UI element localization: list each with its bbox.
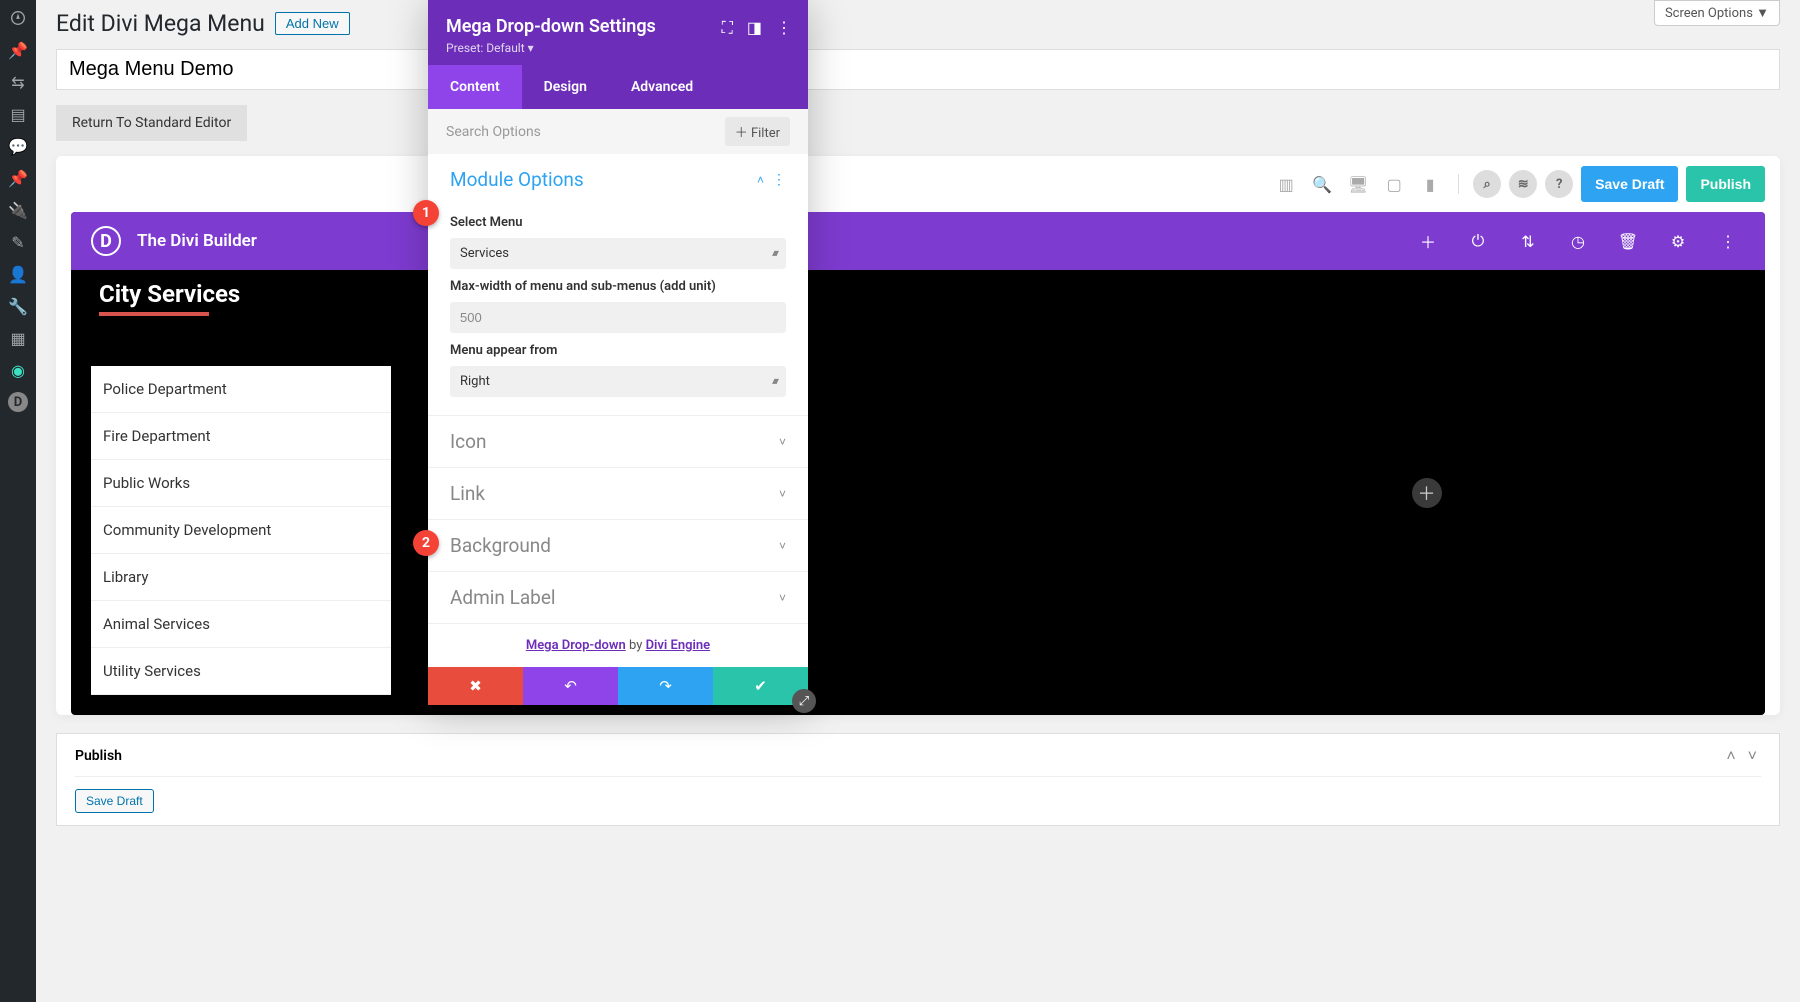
city-services-heading: City Services [99,280,391,308]
preset-selector[interactable]: Preset: Default ▾ [446,41,790,55]
menu-item[interactable]: Community Development [91,507,391,554]
publish-box-toggle[interactable]: ˄ ˅ [1726,746,1761,766]
appearance-icon[interactable]: ✎ [8,232,28,252]
redo-button[interactable]: ↷ [618,667,713,705]
wp-admin-sidebar: 📌 ⇆ ▤ 💬 📌 🔌 ✎ 👤 🔧 ▦ ◉ D [0,0,36,1002]
pin-icon[interactable]: 📌 [8,40,28,60]
plug-icon[interactable]: 🔌 [8,200,28,220]
discard-button[interactable]: ✖ [428,667,523,705]
menu-item[interactable]: Animal Services [91,601,391,648]
media-icon[interactable]: ▤ [8,104,28,124]
save-draft-button[interactable]: Save Draft [1581,166,1678,202]
save-draft-button-secondary[interactable]: Save Draft [75,789,154,813]
add-new-button[interactable]: Add New [275,12,350,35]
publish-box-title: Publish [75,748,122,764]
power-icon[interactable]: ⏻ [1461,224,1495,258]
tab-advanced[interactable]: Advanced [609,65,715,109]
separator [1458,174,1459,194]
phone-icon[interactable]: ▮ [1416,170,1444,198]
chevron-down-icon[interactable]: ˅ [779,591,786,605]
undo-button[interactable]: ↶ [523,667,618,705]
attribution-link-engine[interactable]: Divi Engine [646,638,711,653]
snap-icon[interactable]: ◨ [747,18,762,38]
dashboard-icon[interactable] [8,8,28,28]
page-title: Edit Divi Mega Menu [56,10,265,37]
menu-item[interactable]: Police Department [91,366,391,413]
chevron-down-icon[interactable]: ˅ [779,487,786,501]
appear-label: Menu appear from [450,343,786,358]
add-module-button[interactable]: ＋ [1412,478,1442,508]
tab-content[interactable]: Content [428,65,522,109]
menu-item[interactable]: Public Works [91,460,391,507]
publish-button[interactable]: Publish [1686,166,1765,202]
callout-badge-1: 1 [413,200,439,226]
add-icon[interactable]: ＋ [1411,224,1445,258]
attribution-link[interactable]: Mega Drop-down [526,638,626,653]
gear-icon[interactable]: ⚙ [1661,224,1695,258]
history-icon[interactable]: ◷ [1561,224,1595,258]
section-background[interactable]: Background [450,534,779,557]
layers-circle-icon[interactable]: ≋ [1509,170,1537,198]
kebab-icon[interactable]: ⋮ [1711,224,1745,258]
tools-icon[interactable]: 🔧 [8,296,28,316]
expand-icon[interactable]: ⛶ [722,18,733,38]
zoom-icon[interactable]: 🔍 [1308,170,1336,198]
theme-icon[interactable]: ◉ [8,360,28,380]
chevron-up-icon[interactable]: ˄ [757,173,764,187]
select-menu-dropdown[interactable]: Services▴▾ [450,238,786,269]
return-standard-editor-button[interactable]: Return To Standard Editor [56,105,247,141]
filter-button[interactable]: ＋ Filter [725,117,790,146]
screen-options-toggle[interactable]: Screen Options ▼ [1654,0,1780,26]
wireframe-icon[interactable]: ▥ [1272,170,1300,198]
resize-handle-icon[interactable]: ⤢ [792,689,816,713]
module-settings-modal: Mega Drop-down Settings Preset: Default … [428,0,808,705]
divi-logo-icon: D [91,226,121,256]
appear-dropdown[interactable]: Right▴▾ [450,366,786,397]
sort-icon[interactable]: ⇅ [1511,224,1545,258]
section-kebab-icon[interactable]: ⋮ [772,172,786,188]
section-link[interactable]: Link [450,482,779,505]
menu-list: Police Department Fire Department Public… [91,366,391,695]
section-module-options[interactable]: Module Options [450,168,757,191]
menu-item[interactable]: Fire Department [91,413,391,460]
menu-item[interactable]: Utility Services [91,648,391,695]
chevron-down-icon[interactable]: ˅ [779,539,786,553]
divi-icon[interactable]: D [8,392,28,412]
callout-badge-2: 2 [413,530,439,556]
heading-underline [99,312,209,316]
maxwidth-input[interactable] [450,302,786,333]
post-title-input[interactable] [56,49,1780,90]
kebab-icon[interactable]: ⋮ [776,18,792,38]
comments-icon[interactable]: 💬 [8,136,28,156]
search-circle-icon[interactable]: ⌕ [1473,170,1501,198]
select-menu-label: Select Menu [450,215,786,230]
share-icon[interactable]: ⇆ [8,72,28,92]
pin2-icon[interactable]: 📌 [8,168,28,188]
maxwidth-label: Max-width of menu and sub-menus (add uni… [450,279,786,294]
section-icon[interactable]: Icon [450,430,779,453]
chevron-down-icon[interactable]: ˅ [779,435,786,449]
attribution: Mega Drop-down by Divi Engine [428,624,808,667]
users-icon[interactable]: 👤 [8,264,28,284]
tablet-icon[interactable]: ▢ [1380,170,1408,198]
help-circle-icon[interactable]: ? [1545,170,1573,198]
desktop-icon[interactable]: 🖥 [1344,170,1372,198]
tab-design[interactable]: Design [522,65,609,109]
section-admin-label[interactable]: Admin Label [450,586,779,609]
trash-icon[interactable]: 🗑 [1611,224,1645,258]
search-options-input[interactable]: Search Options [446,124,725,140]
menu-item[interactable]: Library [91,554,391,601]
settings-icon[interactable]: ▦ [8,328,28,348]
